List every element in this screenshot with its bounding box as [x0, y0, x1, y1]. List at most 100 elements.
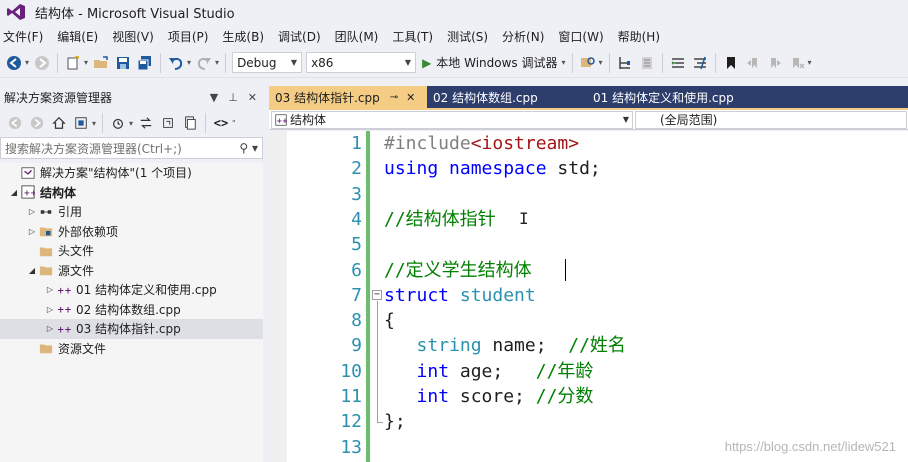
- back-icon[interactable]: [5, 113, 25, 133]
- redo-dropdown-icon[interactable]: ▾: [215, 58, 219, 67]
- tree-item-header-files[interactable]: 头文件: [0, 241, 263, 261]
- step-over-icon[interactable]: [615, 53, 635, 73]
- tree-item-file-03[interactable]: ▷ ++ 03 结构体指针.cpp: [0, 319, 263, 339]
- line-number: 2: [351, 158, 362, 180]
- start-debugging-button[interactable]: ▶ 本地 Windows 调试器: [418, 52, 561, 74]
- toolbar-separator: [57, 52, 59, 73]
- menu-window[interactable]: 窗口(W): [554, 28, 613, 45]
- toolbar-overflow-icon[interactable]: ▾: [808, 58, 812, 67]
- project-scope-select[interactable]: ++ 结构体 ▼: [271, 110, 633, 129]
- code-editor[interactable]: 1 2 3 4 5 6 7 8 9 10 11 12 13 #include<i…: [269, 131, 908, 462]
- refresh-icon[interactable]: [158, 113, 178, 133]
- collapsed-icon[interactable]: ▷: [44, 324, 56, 333]
- redo-icon[interactable]: [194, 53, 214, 73]
- menu-view[interactable]: 视图(V): [108, 28, 164, 45]
- project-scope-value: 结构体: [290, 113, 327, 127]
- pin-tab-icon[interactable]: ⊸: [390, 92, 398, 103]
- panel-controls: ▼ ⊥ ✕: [210, 91, 263, 104]
- tree-item-file-02[interactable]: ▷ ++ 02 结构体数组.cpp: [0, 300, 263, 320]
- tree-item-external-dependencies[interactable]: ▷ 外部依赖项: [0, 222, 263, 242]
- pin-icon[interactable]: ⊥: [228, 91, 238, 104]
- save-icon[interactable]: [113, 53, 133, 73]
- tree-item-project[interactable]: ◢ ++ 结构体: [0, 183, 263, 203]
- new-dropdown-icon[interactable]: ▾: [84, 58, 88, 67]
- line-number: 4: [351, 208, 362, 230]
- window-title: 结构体 - Microsoft Visual Studio: [35, 6, 235, 22]
- tree-item-label: 解决方案"结构体"(1 个项目): [40, 166, 192, 181]
- collapsed-icon[interactable]: ▷: [26, 207, 38, 216]
- preprocessor-directive: #include: [384, 133, 471, 154]
- expanded-icon[interactable]: ◢: [8, 188, 20, 197]
- save-all-icon[interactable]: [135, 53, 155, 73]
- undo-dropdown-icon[interactable]: ▾: [187, 58, 191, 67]
- code-line-12: };: [384, 411, 406, 433]
- back-dropdown-icon[interactable]: ▾: [25, 58, 29, 67]
- toolbar-overflow-icon[interactable]: ": [232, 119, 236, 128]
- tree-item-label: 源文件: [58, 263, 95, 278]
- collapsed-icon[interactable]: ▷: [44, 305, 56, 314]
- member-scope-select[interactable]: (全局范围): [635, 110, 907, 129]
- filter-folder-icon: [38, 244, 54, 258]
- solution-platform-select[interactable]: x86 ▼: [306, 52, 417, 73]
- collapsed-icon[interactable]: ▷: [26, 227, 38, 236]
- find-icon[interactable]: [578, 53, 598, 73]
- bookmark-icon[interactable]: [721, 53, 741, 73]
- pending-changes-filter-icon[interactable]: [108, 113, 128, 133]
- undo-icon[interactable]: [166, 53, 186, 73]
- panel-menu-icon[interactable]: ▼: [210, 91, 218, 104]
- tree-item-solution[interactable]: 解决方案"结构体"(1 个项目): [0, 163, 263, 183]
- line-number: 5: [351, 234, 362, 256]
- switch-views-icon[interactable]: [71, 113, 91, 133]
- menu-analyze[interactable]: 分析(N): [498, 28, 554, 45]
- home-icon[interactable]: [49, 113, 69, 133]
- menu-tools[interactable]: 工具(T): [388, 28, 443, 45]
- tab-02-struct-array[interactable]: 02 结构体数组.cpp: [427, 86, 585, 108]
- search-icon[interactable]: ⚲ ▾: [239, 141, 258, 155]
- collapsed-icon[interactable]: ▷: [44, 285, 56, 294]
- menu-debug[interactable]: 调试(D): [274, 28, 331, 45]
- tree-item-file-01[interactable]: ▷ ++ 01 结构体定义和使用.cpp: [0, 280, 263, 300]
- tab-01-struct-definition[interactable]: 01 结构体定义和使用.cpp: [585, 86, 740, 108]
- filter-folder-icon: [38, 263, 54, 277]
- menu-test[interactable]: 测试(S): [443, 28, 498, 45]
- previous-bookmark-icon[interactable]: [743, 53, 763, 73]
- new-project-icon[interactable]: [63, 53, 83, 73]
- find-dropdown-icon[interactable]: ▾: [599, 58, 603, 67]
- watermark: https://blog.csdn.net/lidew521: [724, 439, 896, 454]
- menu-project[interactable]: 项目(P): [164, 28, 219, 45]
- menu-build[interactable]: 生成(B): [218, 28, 274, 45]
- forward-icon[interactable]: [27, 113, 47, 133]
- switch-views-dropdown-icon[interactable]: ▾: [92, 119, 96, 128]
- debug-target-dropdown-icon[interactable]: ▾: [562, 58, 566, 67]
- step-into-icon[interactable]: [637, 53, 657, 73]
- close-icon[interactable]: ✕: [248, 91, 257, 104]
- keyword-int: int: [416, 360, 450, 382]
- close-tab-icon[interactable]: ✕: [406, 91, 415, 104]
- tab-03-struct-pointer[interactable]: 03 结构体指针.cpp ⊸ ✕: [269, 86, 427, 108]
- show-all-files-icon[interactable]: [180, 113, 200, 133]
- menu-edit[interactable]: 编辑(E): [53, 28, 108, 45]
- collapse-region-icon[interactable]: −: [372, 290, 382, 300]
- solution-config-select[interactable]: Debug ▼: [232, 52, 303, 73]
- tree-item-label: 03 结构体指针.cpp: [76, 322, 181, 337]
- expanded-icon[interactable]: ◢: [26, 266, 38, 275]
- menu-help[interactable]: 帮助(H): [614, 28, 670, 45]
- sync-active-document-icon[interactable]: [136, 113, 156, 133]
- tree-item-source-files[interactable]: ◢ 源文件: [0, 261, 263, 281]
- view-code-icon[interactable]: <>: [211, 113, 231, 133]
- clear-bookmarks-icon[interactable]: [787, 53, 807, 73]
- open-folder-icon[interactable]: [91, 53, 111, 73]
- tree-item-resource-files[interactable]: 资源文件: [0, 339, 263, 359]
- tree-item-references[interactable]: ▷ 引用: [0, 202, 263, 222]
- menu-file[interactable]: 文件(F): [0, 28, 53, 45]
- forward-icon[interactable]: [32, 53, 52, 73]
- solution-tree: 解决方案"结构体"(1 个项目) ◢ ++ 结构体 ▷ 引用 ▷ 外部依赖项 头…: [0, 163, 263, 462]
- filter-dropdown-icon[interactable]: ▾: [129, 119, 133, 128]
- comment-out-icon[interactable]: [668, 53, 688, 73]
- uncomment-icon[interactable]: [690, 53, 710, 73]
- indicator-margin[interactable]: [269, 131, 287, 462]
- menu-team[interactable]: 团队(M): [331, 28, 389, 45]
- next-bookmark-icon[interactable]: [765, 53, 785, 73]
- solution-search-input[interactable]: 搜索解决方案资源管理器(Ctrl+;) ⚲ ▾: [0, 137, 263, 159]
- back-icon[interactable]: [4, 53, 24, 73]
